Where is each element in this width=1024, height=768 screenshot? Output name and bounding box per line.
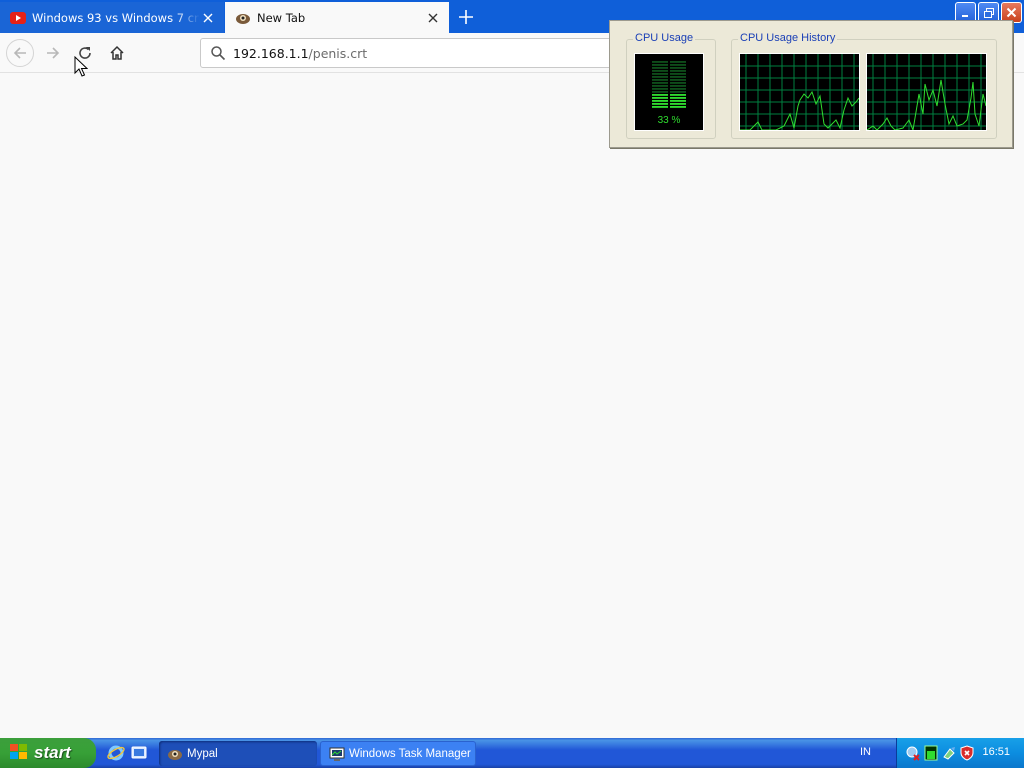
cpu-usage-meter: 33 % <box>634 53 704 131</box>
cpu-meter-segment <box>670 64 686 66</box>
cpu-meter-segment <box>670 70 686 72</box>
cpu-meter-segment <box>670 79 686 81</box>
cpu-history-graph-1-svg <box>740 54 859 130</box>
cpu-meter-segment <box>652 73 668 75</box>
cpu-meter-segment <box>652 64 668 66</box>
taskbar-window-task-manager[interactable]: Windows Task Manager <box>320 741 476 766</box>
tab-title: Windows 93 vs Windows 7 crazy c <box>32 10 200 25</box>
cpu-meter-bars <box>652 61 686 108</box>
mypal-icon <box>167 746 183 762</box>
cpu-meter-segment <box>652 85 668 87</box>
cpu-meter-segment <box>652 88 668 90</box>
url-path: /penis.crt <box>308 45 368 61</box>
safely-remove-icon[interactable] <box>941 745 957 761</box>
tab-close-icon[interactable] <box>425 10 441 26</box>
cpu-meter-segment-lit <box>652 100 668 102</box>
cpu-meter-segment-lit <box>652 97 668 99</box>
cpu-meter-segment-lit <box>652 103 668 105</box>
taskbar-window-label: Mypal <box>187 747 218 760</box>
home-button[interactable] <box>103 39 131 67</box>
cpu-meter-segment <box>670 85 686 87</box>
cpu-meter-segment <box>652 61 668 63</box>
tab-new-tab[interactable]: New Tab <box>225 2 449 33</box>
url-host: 192.168.1.1 <box>233 45 309 61</box>
security-center-icon[interactable] <box>959 745 975 761</box>
cpu-usage-percent: 33 % <box>657 115 681 126</box>
internet-explorer-icon[interactable] <box>106 743 126 763</box>
mouse-pointer-icon <box>74 55 89 78</box>
cpu-usage-group: CPU Usage 33 % <box>626 32 716 139</box>
cpu-meter-segment <box>670 67 686 69</box>
tab-close-icon[interactable] <box>200 10 216 26</box>
address-bar[interactable]: 192.168.1.1/penis.crt <box>200 38 620 68</box>
taskbar: start Mypal Windows Task Manager IN 16:5 <box>0 738 1024 768</box>
cpu-history-group: CPU Usage History <box>731 32 997 139</box>
cpu-meter-segment <box>652 79 668 81</box>
forward-button[interactable] <box>39 39 67 67</box>
windows-logo-icon <box>9 743 29 764</box>
tab-youtube[interactable]: Windows 93 vs Windows 7 crazy c <box>0 2 224 33</box>
cpu-history-graph-core-2 <box>866 53 987 131</box>
cpu-meter-segment-lit <box>652 94 668 96</box>
cpu-meter-segment <box>670 61 686 63</box>
cpu-meter-segment <box>652 67 668 69</box>
network-icon[interactable] <box>905 745 921 761</box>
start-button[interactable]: start <box>0 738 96 768</box>
cpu-meter-segment <box>670 82 686 84</box>
cpu-meter-segment <box>652 70 668 72</box>
cpu-usage-label: CPU Usage <box>633 32 696 44</box>
cpu-meter-segment-lit <box>670 97 686 99</box>
system-tray: 16:51 <box>896 738 1024 768</box>
taskbar-window-mypal[interactable]: Mypal <box>159 741 317 766</box>
cpu-meter-segment-lit <box>670 94 686 96</box>
cpu-meter-segment-lit <box>652 106 668 108</box>
language-indicator[interactable]: IN <box>860 746 871 758</box>
cpu-meter-segment <box>670 88 686 90</box>
cpu-meter-segment <box>652 91 668 93</box>
back-button[interactable] <box>6 39 34 67</box>
task-manager-window: CPU Usage 33 % CPU Usage History <box>609 20 1013 148</box>
cpu-meter-segment-lit <box>670 100 686 102</box>
cpu-meter-segment-lit <box>670 106 686 108</box>
cpu-meter-segment-lit <box>670 103 686 105</box>
cpu-meter-segment <box>670 73 686 75</box>
task-manager-icon <box>329 746 345 762</box>
cpu-history-graph-core-1 <box>739 53 860 131</box>
clock[interactable]: 16:51 <box>982 746 1010 758</box>
tab-title: New Tab <box>257 10 306 25</box>
task-manager-tray-icon[interactable] <box>923 745 939 761</box>
cpu-meter-segment <box>652 76 668 78</box>
youtube-icon <box>10 10 26 26</box>
start-label: start <box>34 743 71 762</box>
cpu-history-label: CPU Usage History <box>738 32 838 44</box>
cpu-history-graph-2-svg <box>867 54 986 130</box>
cpu-meter-segment <box>670 91 686 93</box>
show-desktop-icon[interactable] <box>129 743 149 763</box>
mypal-icon <box>235 10 251 26</box>
cpu-meter-segment <box>670 76 686 78</box>
taskbar-window-label: Windows Task Manager <box>349 747 471 760</box>
graph-grid <box>740 54 859 130</box>
search-icon <box>209 44 227 62</box>
cpu-meter-segment <box>652 82 668 84</box>
page-content <box>0 74 1024 738</box>
new-tab-button[interactable] <box>452 4 480 30</box>
